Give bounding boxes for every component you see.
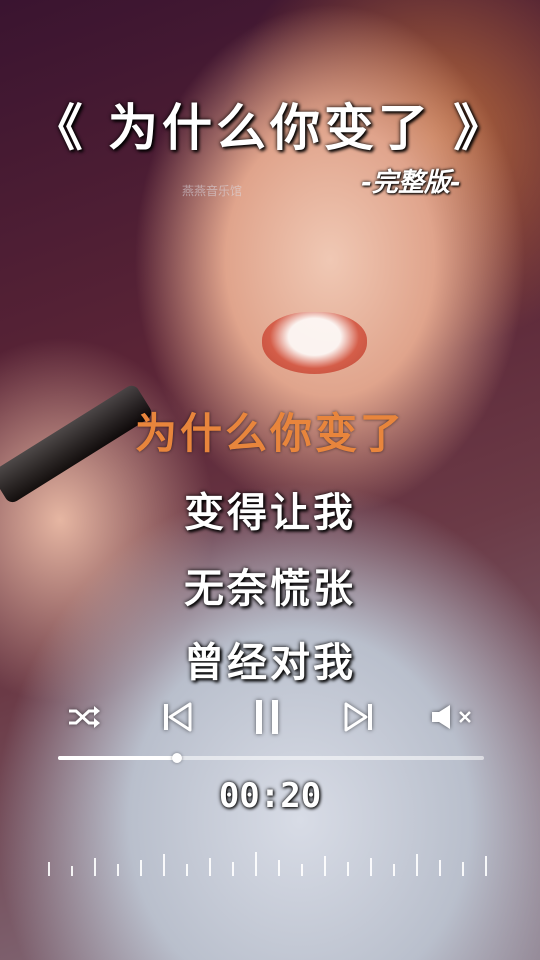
audio-waveform [40, 842, 500, 882]
waveform-bar [485, 856, 487, 876]
waveform-bar [71, 866, 73, 876]
version-label: -完整版- [361, 168, 461, 198]
waveform-bar [48, 862, 50, 876]
progress-bar[interactable] [58, 753, 484, 763]
pause-button[interactable] [244, 694, 290, 740]
pause-icon [256, 700, 278, 734]
skip-previous-icon [164, 702, 192, 732]
lyric-next-3: 曾经对我 [184, 640, 356, 686]
waveform-bar [393, 864, 395, 876]
mute-button[interactable] [424, 694, 480, 740]
waveform-bar [370, 858, 372, 876]
waveform-bar [439, 860, 441, 876]
waveform-bar [209, 858, 211, 876]
lyric-next-2: 无奈慌张 [184, 566, 356, 612]
waveform-bar [255, 852, 257, 876]
progress-fill [58, 756, 178, 760]
waveform-bar [324, 856, 326, 876]
waveform-bar [462, 862, 464, 876]
previous-button[interactable] [154, 694, 200, 740]
skip-next-icon [344, 702, 372, 732]
waveform-bar [140, 860, 142, 876]
waveform-bar [347, 862, 349, 876]
waveform-bar [94, 858, 96, 876]
waveform-bar [278, 860, 280, 876]
lyric-next-1: 变得让我 [184, 490, 356, 536]
shuffle-button[interactable] [62, 694, 108, 740]
lyric-current: 为什么你变了 [134, 409, 405, 458]
waveform-bar [186, 864, 188, 876]
waveform-bar [163, 854, 165, 876]
waveform-bar [301, 864, 303, 876]
waveform-bar [232, 862, 234, 876]
waveform-bar [416, 854, 418, 876]
shuffle-icon [69, 706, 100, 728]
next-button[interactable] [336, 694, 382, 740]
player-controls [0, 694, 540, 742]
song-title: 《 为什么你变了 》 [32, 99, 508, 157]
waveform-bar [117, 864, 119, 876]
watermark: 燕燕音乐馆 [182, 184, 243, 198]
singer-mouth [262, 312, 367, 374]
elapsed-time: 00:20 [218, 776, 322, 816]
volume-muted-icon [432, 705, 471, 729]
